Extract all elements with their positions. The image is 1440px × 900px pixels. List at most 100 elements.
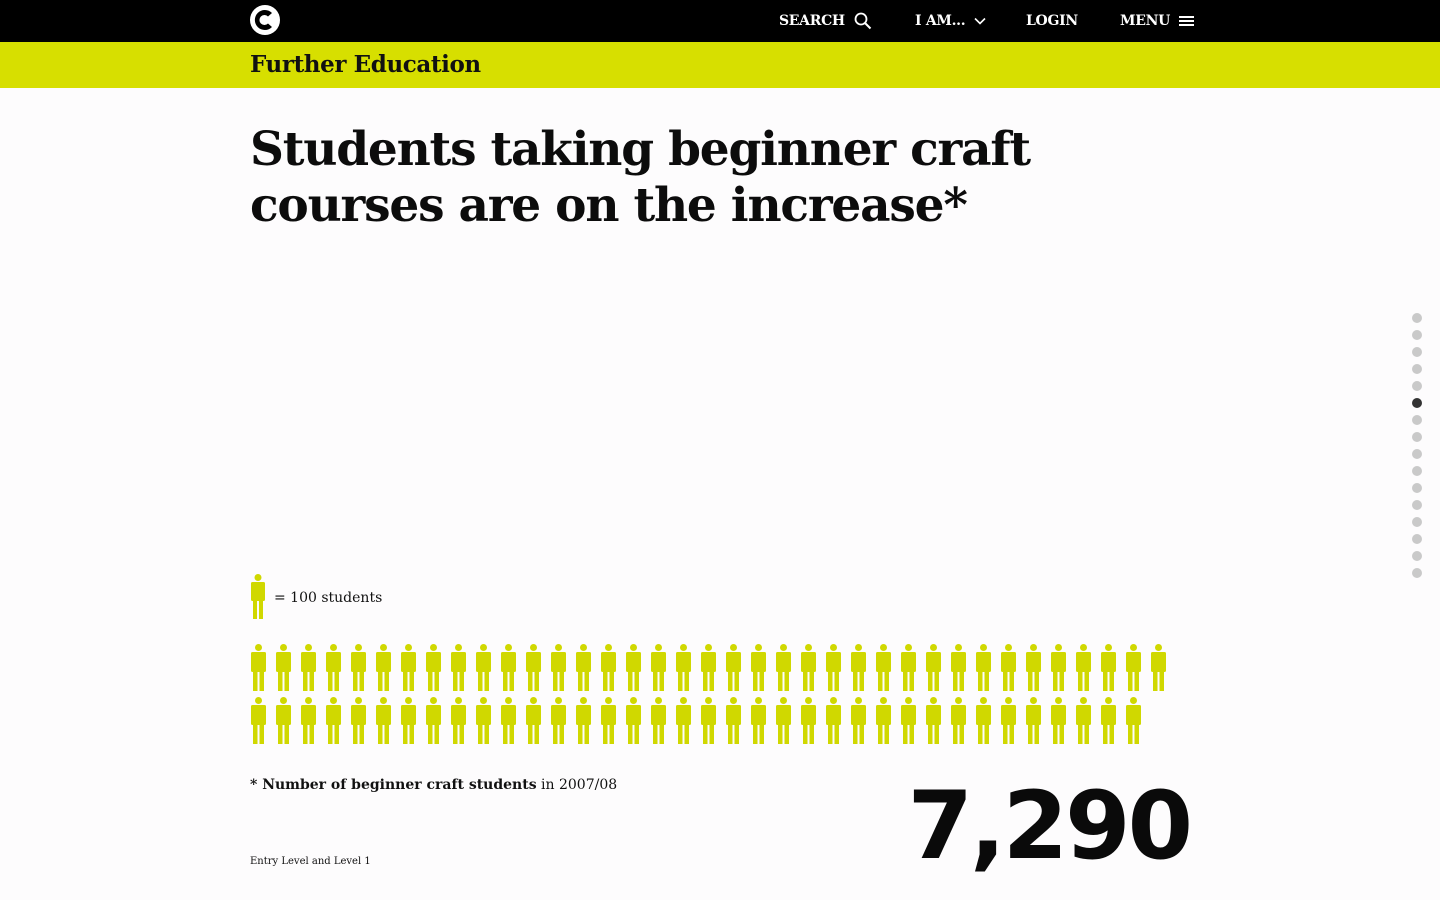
person-icon [851, 644, 866, 691]
person-icon [1076, 644, 1091, 691]
person-icon [926, 697, 941, 744]
pager-dot[interactable] [1412, 449, 1422, 459]
pager-dot[interactable] [1412, 551, 1422, 561]
person-icon [901, 644, 916, 691]
person-icon [251, 697, 266, 744]
person-icon [401, 697, 416, 744]
person-icon [1051, 644, 1066, 691]
person-icon [951, 697, 966, 744]
pager-dot[interactable] [1412, 347, 1422, 357]
person-icon [326, 644, 341, 691]
person-icon [351, 697, 366, 744]
person-icon [976, 697, 991, 744]
person-icon [851, 697, 866, 744]
hamburger-icon [1178, 16, 1194, 26]
person-icon [601, 697, 616, 744]
person-icon [376, 644, 391, 691]
pager-dot[interactable] [1412, 432, 1422, 442]
person-icon [276, 697, 291, 744]
person-icon [526, 697, 541, 744]
person-icon [576, 697, 591, 744]
pager-dot[interactable] [1412, 398, 1422, 408]
person-icon [1126, 697, 1141, 744]
person-icon [1051, 697, 1066, 744]
footnote-bold: * Number of beginner craft students [250, 777, 537, 793]
person-icon [251, 644, 266, 691]
i-am-dropdown[interactable]: I AM... [915, 0, 986, 42]
person-icon [576, 644, 591, 691]
person-icon [726, 644, 741, 691]
person-icon [676, 644, 691, 691]
pager-dot[interactable] [1412, 466, 1422, 476]
person-icon [826, 644, 841, 691]
person-icon [726, 697, 741, 744]
person-icon [1001, 697, 1016, 744]
person-icon [426, 644, 441, 691]
legend-text: = 100 students [274, 589, 383, 606]
page-headline: Students taking beginner craft courses a… [250, 122, 1031, 233]
menu-button[interactable]: MENU [1120, 0, 1194, 42]
person-icon [976, 644, 991, 691]
person-icon [251, 574, 265, 619]
footnote-rest: in 2007/08 [536, 777, 618, 793]
person-icon [601, 644, 616, 691]
person-icon [551, 644, 566, 691]
person-icon [276, 644, 291, 691]
pager-dot[interactable] [1412, 313, 1422, 323]
person-icon [876, 644, 891, 691]
person-icon [301, 697, 316, 744]
login-label: LOGIN [1026, 13, 1078, 29]
pager-dot[interactable] [1412, 568, 1422, 578]
person-icon [951, 644, 966, 691]
person-icon [701, 644, 716, 691]
person-icon [651, 697, 666, 744]
person-icon [901, 697, 916, 744]
person-icon [751, 644, 766, 691]
chart-legend: = 100 students [250, 574, 382, 619]
search-button[interactable]: SEARCH [779, 0, 872, 42]
person-icon [751, 697, 766, 744]
person-icon [1076, 697, 1091, 744]
menu-label: MENU [1120, 13, 1170, 29]
person-icon [1101, 697, 1116, 744]
pager-dot[interactable] [1412, 364, 1422, 374]
section-banner [0, 42, 1440, 88]
person-icon [701, 697, 716, 744]
chevron-down-icon [974, 17, 986, 25]
search-icon [854, 12, 872, 30]
pager-dot[interactable] [1412, 517, 1422, 527]
person-icon [326, 697, 341, 744]
person-icon [776, 697, 791, 744]
person-icon [1001, 644, 1016, 691]
person-icon [801, 697, 816, 744]
person-icon [451, 644, 466, 691]
person-icon [676, 697, 691, 744]
person-icon [801, 644, 816, 691]
person-icon [626, 644, 641, 691]
pager-dot[interactable] [1412, 330, 1422, 340]
person-icon [401, 644, 416, 691]
crafts-council-logo[interactable] [250, 5, 280, 35]
person-icon [551, 697, 566, 744]
person-icon [1101, 644, 1116, 691]
person-icon [926, 644, 941, 691]
person-icon [476, 697, 491, 744]
pictogram-chart [250, 644, 1180, 750]
pager-dot[interactable] [1412, 415, 1422, 425]
pager-dot[interactable] [1412, 381, 1422, 391]
login-link[interactable]: LOGIN [1026, 0, 1078, 42]
person-icon [1126, 644, 1141, 691]
section-title: Further Education [250, 51, 481, 78]
pager-dot[interactable] [1412, 534, 1422, 544]
top-navigation-bar: SEARCH I AM... LOGIN MENU [0, 0, 1440, 42]
person-icon [776, 644, 791, 691]
pager-dot[interactable] [1412, 500, 1422, 510]
person-icon [451, 697, 466, 744]
search-label: SEARCH [779, 13, 845, 29]
person-icon [501, 644, 516, 691]
pager-dot[interactable] [1412, 483, 1422, 493]
person-icon [426, 697, 441, 744]
person-icon [1026, 644, 1041, 691]
person-icon [651, 644, 666, 691]
person-icon [476, 644, 491, 691]
